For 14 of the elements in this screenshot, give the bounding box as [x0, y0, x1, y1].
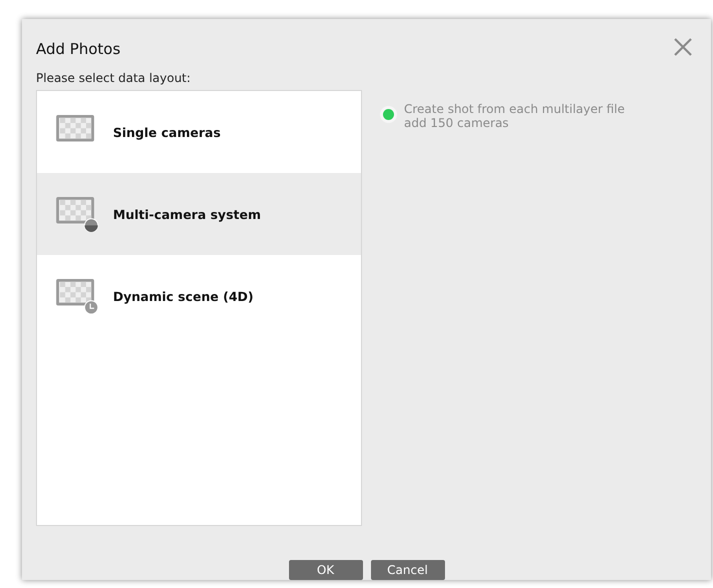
option-label: Multi-camera system: [113, 206, 261, 222]
dialog-title: Add Photos: [36, 40, 120, 58]
info-text: Create shot from each multilayer file: [404, 102, 625, 116]
info-text: add 150 cameras: [404, 116, 510, 130]
layout-option[interactable]: Multi-camera system: [37, 173, 361, 255]
dialog-button[interactable]: OK: [288, 560, 362, 580]
checkerboard-pie-icon: [55, 196, 101, 232]
layout-option[interactable]: Single cameras: [37, 91, 361, 173]
close-icon[interactable]: [673, 37, 693, 57]
option-label: Dynamic scene (4D): [113, 288, 254, 304]
option-label: Single cameras: [113, 124, 221, 140]
layout-option[interactable]: Dynamic scene (4D): [37, 255, 361, 337]
prompt-label: Please select data layout:: [36, 71, 192, 85]
dialog-button[interactable]: Cancel: [370, 560, 444, 580]
